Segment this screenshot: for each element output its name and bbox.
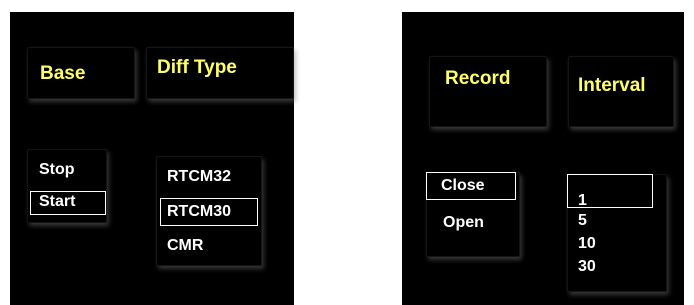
record-header: Record — [445, 68, 511, 89]
record-header-box: Record — [429, 56, 547, 127]
diff-option-rtcm30[interactable]: RTCM30 — [167, 202, 231, 222]
base-option-start[interactable]: Start — [39, 192, 75, 212]
interval-option-5[interactable]: 5 — [578, 211, 587, 231]
record-option-close[interactable]: Close — [441, 176, 485, 196]
base-options-box: Stop Start — [27, 149, 107, 223]
right-panel: Record Interval Close Open 1 5 10 30 — [402, 12, 684, 305]
record-option-open[interactable]: Open — [443, 213, 484, 233]
diff-type-header-box: Diff Type — [146, 47, 294, 99]
record-options-box: Close Open — [426, 172, 520, 257]
base-option-stop[interactable]: Stop — [39, 160, 75, 180]
diff-option-cmr[interactable]: CMR — [167, 236, 203, 256]
interval-header-box: Interval — [568, 56, 674, 127]
diff-options-box: RTCM32 RTCM30 CMR — [156, 156, 262, 266]
interval-option-30[interactable]: 30 — [578, 257, 596, 277]
diff-option-rtcm32[interactable]: RTCM32 — [167, 167, 231, 187]
left-panel: Base Diff Type Stop Start RTCM32 RTCM30 … — [10, 12, 294, 305]
interval-option-10[interactable]: 10 — [578, 234, 596, 254]
base-header: Base — [40, 63, 86, 84]
interval-option-1[interactable]: 1 — [578, 191, 587, 211]
diff-type-header: Diff Type — [157, 57, 237, 78]
interval-options-box: 1 5 10 30 — [567, 174, 667, 292]
interval-header: Interval — [578, 75, 646, 96]
base-header-box: Base — [27, 47, 135, 99]
